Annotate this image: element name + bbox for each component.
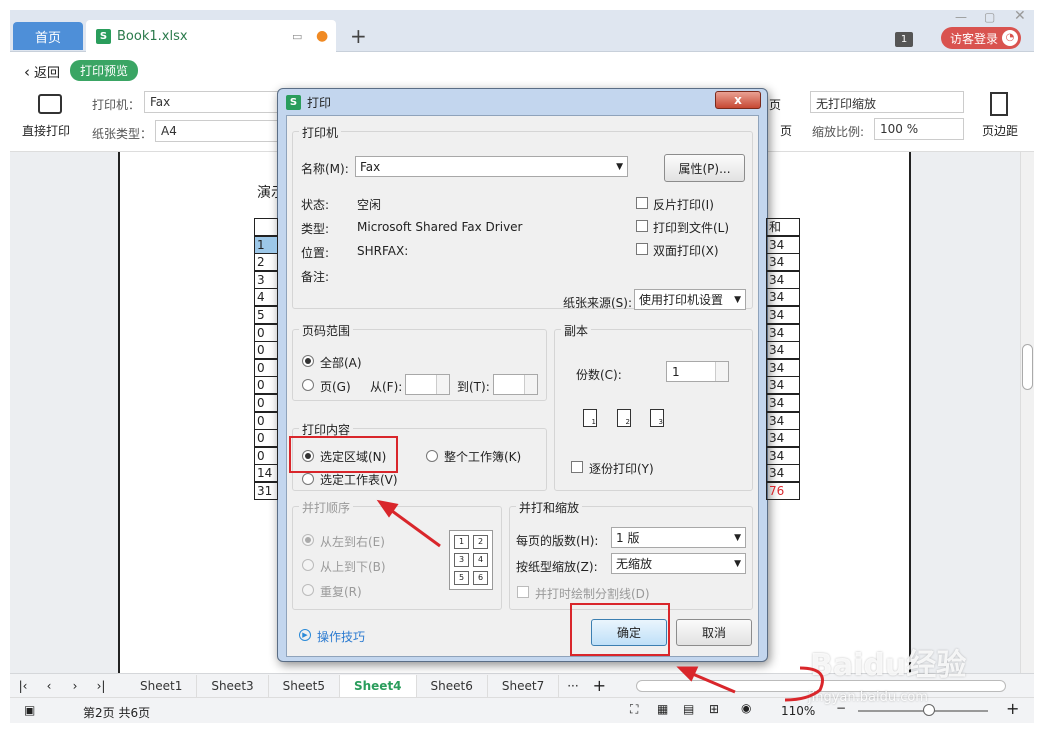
sheet-cell-right: 34 (766, 394, 800, 412)
sheet-cell-right: 34 (766, 341, 800, 360)
sheet-cell-right: 34 (766, 306, 800, 324)
sheet-cell-left: 0 (254, 446, 278, 465)
sheet-cell-right: 34 (766, 235, 800, 254)
sheet-cell-left: 0 (254, 411, 278, 430)
sheet-cell-right: 34 (766, 411, 800, 430)
sheet-cell-right: 34 (766, 429, 800, 448)
sheet-cell-left: 0 (254, 394, 278, 412)
sheet-cell-left: 2 (254, 253, 278, 272)
sheet-cell-left: 3 (254, 270, 278, 289)
sheet-cell-right: 34 (766, 358, 800, 377)
sheet-cell-right: 34 (766, 253, 800, 272)
sheet-cell-left: 0 (254, 429, 278, 448)
sheet-header-cell-left (254, 218, 278, 236)
sheet-cell-right: 34 (766, 270, 800, 289)
sheet-cell-left: 5 (254, 306, 278, 324)
sheet-cell-right: 34 (766, 323, 800, 342)
sheet-cell-left: 0 (254, 358, 278, 377)
annotation-curve (784, 666, 824, 702)
arrowhead-ok (676, 666, 699, 682)
annotation-arrows (376, 499, 824, 702)
sheet-cell-left: 0 (254, 376, 278, 395)
sheet-cell-left: 4 (254, 288, 278, 307)
sheet-cell-left: 31 (254, 482, 278, 500)
sheet-cell-left: 1 (254, 235, 278, 254)
sheet-cell-right: 34 (766, 446, 800, 465)
sheet-cell-right: 34 (766, 376, 800, 395)
arrow-to-selection (387, 506, 441, 548)
sheet-cell-left: 0 (254, 341, 278, 360)
arrow-to-ok (687, 670, 736, 694)
sheet-cell-left: 14 (254, 464, 278, 483)
sheet-cell-left: 0 (254, 323, 278, 342)
sheet-cell-right: 76 (766, 482, 800, 500)
sheet-cell-right: 34 (766, 288, 800, 307)
sheet-header-cell-right: 和 (766, 218, 800, 236)
sheet-cell-right: 34 (766, 464, 800, 483)
